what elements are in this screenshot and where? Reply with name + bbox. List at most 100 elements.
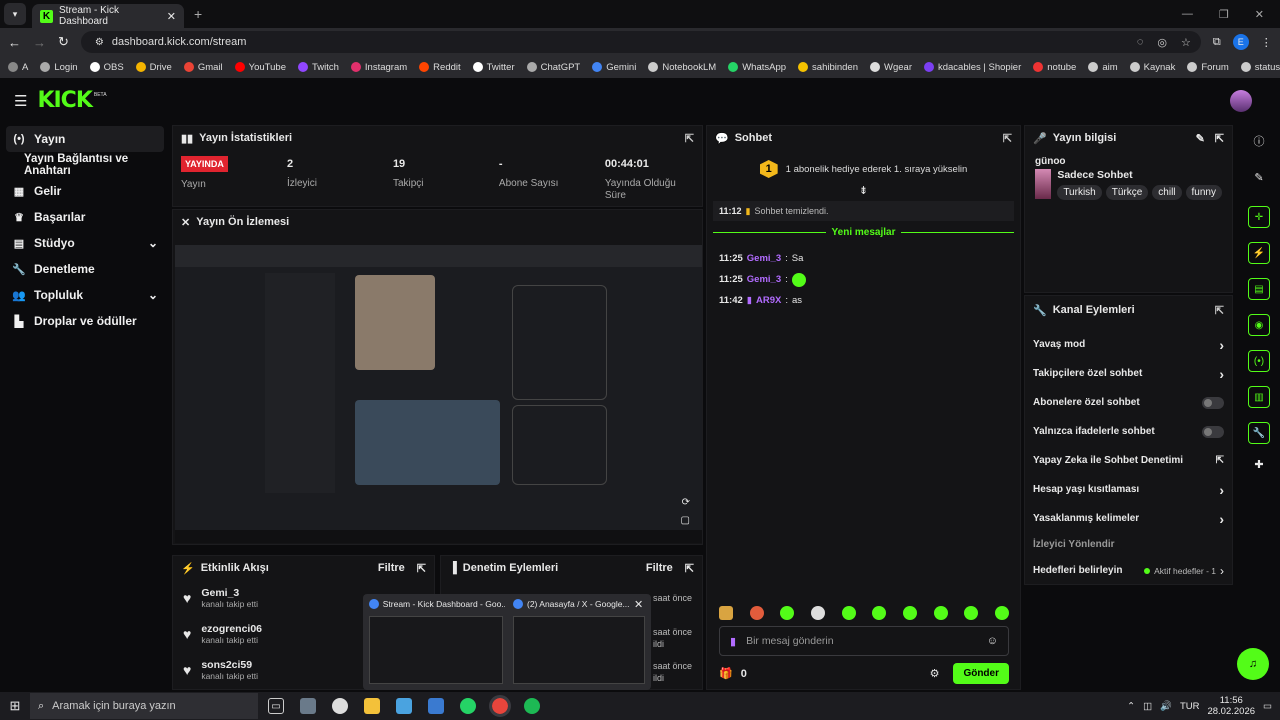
- app-icon[interactable]: [396, 698, 412, 714]
- popout-icon[interactable]: ⇱: [685, 562, 694, 575]
- nav-stream-key[interactable]: Yayın Bağlantısı ve Anahtarı: [0, 152, 170, 178]
- fullscreen-icon[interactable]: ▢: [681, 515, 690, 526]
- eye-icon[interactable]: ◎: [1157, 36, 1167, 49]
- crosshair-icon[interactable]: ✛: [1248, 206, 1270, 228]
- nav-drops[interactable]: ▙ Droplar ve ödüller: [0, 308, 170, 334]
- bookmark-item[interactable]: Twitch: [297, 62, 339, 73]
- browser-tab[interactable]: K Stream - Kick Dashboard ✕: [32, 4, 184, 28]
- emoji-picker-icon[interactable]: ☺: [987, 635, 998, 647]
- bookmark-item[interactable]: YouTube: [234, 62, 286, 73]
- bookmark-item[interactable]: Kaynak: [1129, 62, 1175, 73]
- nav-community[interactable]: 👥 Topluluk ⌄: [0, 282, 170, 308]
- settings-icon[interactable]: ⚙: [930, 667, 940, 680]
- info-icon[interactable]: ⓘ: [1238, 133, 1280, 149]
- volume-icon[interactable]: 🔊: [1160, 701, 1172, 712]
- language-indicator[interactable]: TUR: [1180, 701, 1200, 712]
- popout-icon[interactable]: ⇱: [1215, 304, 1224, 317]
- notification-icon[interactable]: ▭: [1263, 701, 1272, 712]
- eye-off-icon[interactable]: ◌: [1137, 36, 1144, 49]
- bookmark-item[interactable]: NotebookLM: [648, 62, 716, 73]
- back-icon[interactable]: ←: [8, 35, 21, 50]
- bookmark-item[interactable]: aim: [1088, 62, 1118, 73]
- popout-icon[interactable]: ⇱: [685, 132, 694, 145]
- pencil-icon[interactable]: ✎: [1238, 171, 1280, 184]
- channel-action-row[interactable]: Yavaş mod ›: [1025, 330, 1232, 359]
- filter-button[interactable]: Filtre: [378, 562, 405, 575]
- bookmark-item[interactable]: Login: [40, 62, 78, 73]
- bookmark-item[interactable]: Twitter: [472, 62, 515, 73]
- emote-icon[interactable]: [994, 606, 1009, 620]
- popout-icon[interactable]: ⇱: [1003, 132, 1012, 145]
- support-button[interactable]: ♫: [1237, 648, 1269, 680]
- toggle-switch[interactable]: [1202, 396, 1224, 409]
- set-goals-row[interactable]: Hedefleri belirleyin Aktif hedefler - 1 …: [1025, 556, 1232, 585]
- popout-icon[interactable]: ⇱: [417, 562, 426, 575]
- nav-revenue[interactable]: ▦ Gelir: [0, 178, 170, 204]
- bookmark-item[interactable]: Reddit: [419, 62, 461, 73]
- send-button[interactable]: Gönder: [953, 663, 1009, 684]
- window-thumb-1[interactable]: Stream - Kick Dashboard - Goo...: [369, 599, 505, 609]
- close-thumb-icon[interactable]: ✕: [634, 598, 643, 611]
- app-icon[interactable]: [332, 698, 348, 714]
- emote-icon[interactable]: [964, 606, 979, 620]
- bookmark-item[interactable]: WhatsApp: [728, 62, 786, 73]
- bookmark-item[interactable]: OBS: [89, 62, 124, 73]
- tray-chevron-icon[interactable]: ⌃: [1127, 701, 1135, 712]
- bookmark-item[interactable]: status: [1240, 62, 1280, 73]
- new-tab-icon[interactable]: +: [194, 6, 202, 22]
- channel-action-row[interactable]: Abonelere özel sohbet: [1025, 388, 1232, 417]
- emote-icon[interactable]: [872, 606, 887, 620]
- collapse-icon[interactable]: ⇟: [707, 184, 1020, 197]
- tag-pill[interactable]: Turkish: [1057, 185, 1102, 200]
- user-avatar[interactable]: [1230, 89, 1252, 112]
- popout-icon[interactable]: ⇱: [1215, 132, 1224, 145]
- edit-icon[interactable]: ✎: [1196, 132, 1205, 145]
- bookmark-item[interactable]: Gmail: [183, 62, 223, 73]
- thumb-preview[interactable]: [513, 616, 645, 684]
- layout-icon[interactable]: ▥: [1248, 386, 1270, 408]
- emote-icon[interactable]: [902, 606, 917, 620]
- menu-icon[interactable]: ⋮: [1261, 36, 1272, 49]
- chat-bubble-icon[interactable]: ◉: [1248, 314, 1270, 336]
- chat-username[interactable]: AR9X: [756, 295, 781, 306]
- tag-pill[interactable]: Türkçe: [1105, 185, 1149, 200]
- hamburger-icon[interactable]: ☰: [14, 92, 27, 110]
- emote-icon[interactable]: [749, 606, 764, 620]
- app-icon[interactable]: [300, 698, 316, 714]
- address-bar[interactable]: ⚙ dashboard.kick.com/stream ◌ ◎ ☆: [80, 31, 1201, 53]
- tag-pill[interactable]: chill: [1152, 185, 1182, 200]
- bookmark-item[interactable]: notube: [1033, 62, 1076, 73]
- emote-icon[interactable]: [719, 606, 733, 620]
- restore-icon[interactable]: ❐: [1219, 8, 1229, 21]
- bookmark-item[interactable]: A: [8, 62, 28, 73]
- minimize-icon[interactable]: —: [1182, 8, 1193, 21]
- gift-icon[interactable]: 🎁: [719, 667, 733, 680]
- refresh-preview-icon[interactable]: ⟳: [682, 497, 690, 508]
- tab-search-button[interactable]: ▾: [4, 3, 26, 25]
- bookmark-item[interactable]: kdacables | Shopier: [923, 62, 1021, 73]
- nav-stream[interactable]: (•) Yayın: [6, 126, 164, 152]
- lightning-icon[interactable]: ⚡: [1248, 242, 1270, 264]
- filter-button[interactable]: Filtre: [646, 562, 673, 575]
- broadcast-icon[interactable]: (•): [1248, 350, 1270, 372]
- add-widget-icon[interactable]: ✚: [1238, 458, 1280, 471]
- chat-username[interactable]: Gemi_3: [747, 274, 781, 285]
- stream-preview-video[interactable]: ⟳ ▢: [175, 245, 702, 543]
- bookmark-item[interactable]: Gemini: [592, 62, 636, 73]
- whatsapp-icon[interactable]: [460, 698, 476, 714]
- bookmark-item[interactable]: sahibinden: [798, 62, 858, 73]
- close-tab-icon[interactable]: ✕: [167, 10, 176, 23]
- windows-start-icon[interactable]: ⊞: [0, 698, 30, 714]
- clipboard-icon[interactable]: ▤: [1248, 278, 1270, 300]
- site-info-icon[interactable]: ⚙: [95, 37, 104, 48]
- chat-username[interactable]: Gemi_3: [747, 253, 781, 264]
- forward-icon[interactable]: →: [33, 35, 46, 50]
- kick-logo[interactable]: KICK: [37, 88, 92, 113]
- spotify-icon[interactable]: [524, 698, 540, 714]
- chat-input[interactable]: ▮ Bir mesaj gönderin ☺: [719, 626, 1009, 656]
- emote-icon[interactable]: [780, 606, 795, 620]
- emote-icon[interactable]: [841, 606, 856, 620]
- taskbar-search[interactable]: ⌕ Aramak için buraya yazın: [30, 693, 258, 719]
- file-explorer-icon[interactable]: [364, 698, 380, 714]
- bookmark-item[interactable]: Instagram: [350, 62, 407, 73]
